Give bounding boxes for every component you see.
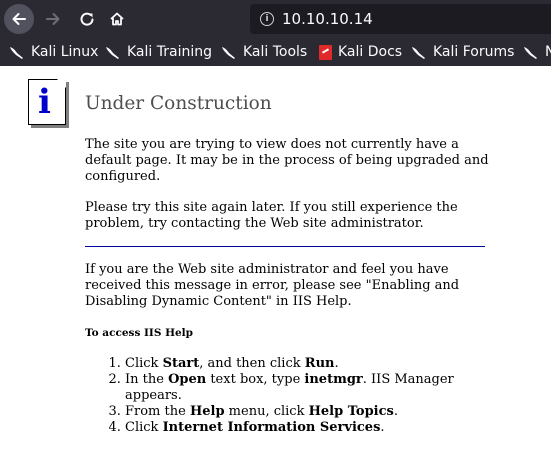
home-icon <box>110 12 124 26</box>
address-bar[interactable]: i 10.10.10.14 <box>250 4 551 34</box>
page-title: Under Construction <box>85 93 272 114</box>
paragraph-administrator: If you are the Web site administrator an… <box>85 262 460 309</box>
page-content: i Under Construction The site you are tr… <box>0 66 551 474</box>
list-item: Click Internet Information Services. <box>125 420 470 436</box>
kali-dragon-icon <box>222 47 235 59</box>
kali-dragon-icon <box>412 47 425 59</box>
reload-button[interactable] <box>72 4 102 34</box>
bookmark-kali-docs[interactable]: Kali Docs <box>317 42 402 62</box>
forward-button[interactable] <box>38 4 68 34</box>
divider <box>85 246 485 247</box>
bookmark-kali-training[interactable]: Kali Training <box>104 42 212 62</box>
info-icon: i <box>28 79 66 125</box>
kali-dragon-icon <box>106 47 119 59</box>
paragraph-try-again: Please try this site again later. If you… <box>85 200 458 231</box>
help-steps-list: Click Start, and then click Run. In the … <box>85 356 470 436</box>
reload-icon <box>80 12 94 26</box>
bookmark-kali-linux[interactable]: Kali Linux <box>8 42 98 62</box>
list-item: From the Help menu, click Help Topics. <box>125 404 470 420</box>
paragraph-no-default-page: The site you are trying to view does not… <box>85 137 489 184</box>
list-item: Click Start, and then click Run. <box>125 356 470 372</box>
bookmark-kali-forums[interactable]: Kali Forums <box>410 42 514 62</box>
bookmark-overflow[interactable]: N <box>522 42 551 62</box>
url-text[interactable]: 10.10.10.14 <box>282 10 373 28</box>
bookmark-label: Kali Forums <box>433 44 515 60</box>
bookmarks-bar: Kali Linux Kali Training Kali Tools Kali… <box>0 38 551 66</box>
kali-dragon-icon <box>10 47 23 59</box>
kali-docs-icon <box>319 44 332 60</box>
bookmark-label: Kali Training <box>127 44 212 60</box>
bookmark-label: N <box>545 44 551 60</box>
bookmark-label: Kali Linux <box>31 44 99 60</box>
bookmark-label: Kali Docs <box>338 44 403 60</box>
home-button[interactable] <box>102 4 132 34</box>
help-heading: To access IIS Help <box>85 327 194 339</box>
forward-arrow-icon <box>46 13 60 25</box>
kali-dragon-icon <box>524 47 537 59</box>
back-button[interactable] <box>4 4 34 34</box>
site-info-icon[interactable]: i <box>260 12 274 26</box>
bookmark-label: Kali Tools <box>243 44 308 60</box>
list-item: In the Open text box, type inetmgr. IIS … <box>125 372 470 404</box>
bookmark-kali-tools[interactable]: Kali Tools <box>220 42 307 62</box>
back-arrow-icon <box>12 13 26 25</box>
browser-toolbar: i 10.10.10.14 <box>0 0 551 38</box>
